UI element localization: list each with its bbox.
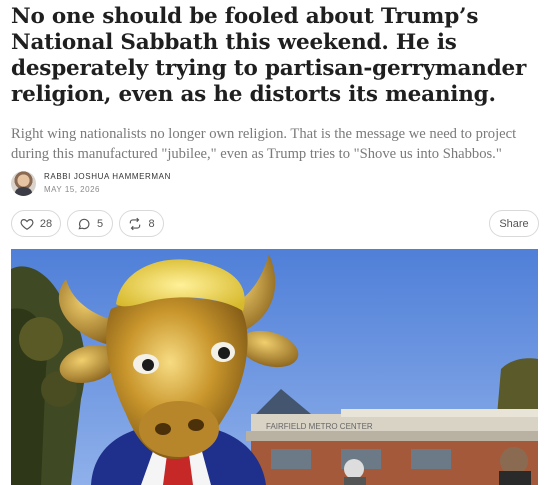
comment-icon [77,217,91,231]
post-subtitle: Right wing nationalists no longer own re… [11,126,517,162]
restack-count: 8 [148,217,155,230]
golden-bull-photo: FAIRFIELD METRO CENTER [11,249,538,485]
share-label: Share [499,217,529,230]
avatar[interactable] [11,171,36,196]
building-sign: FAIRFIELD METRO CENTER [266,422,373,431]
comment-count: 5 [96,217,104,230]
like-count: 28 [39,217,53,230]
post-date: MAY 15, 2026 [44,185,100,194]
restack-icon [128,217,142,231]
byline: RABBI JOSHUA HAMMERMAN MAY 15, 2026 [11,171,311,197]
post-page: No one should be fooled about Trump’s Na… [0,0,550,485]
heart-icon [20,217,34,231]
like-button[interactable]: 28 [11,210,61,237]
comment-button[interactable]: 5 [67,210,113,237]
restack-button[interactable]: 8 [119,210,164,237]
author-name[interactable]: RABBI JOSHUA HAMMERMAN [44,172,171,181]
hero-image[interactable]: FAIRFIELD METRO CENTER [11,249,538,485]
post-title: No one should be fooled about Trump’s Na… [11,4,527,107]
share-button[interactable]: Share [489,210,539,237]
